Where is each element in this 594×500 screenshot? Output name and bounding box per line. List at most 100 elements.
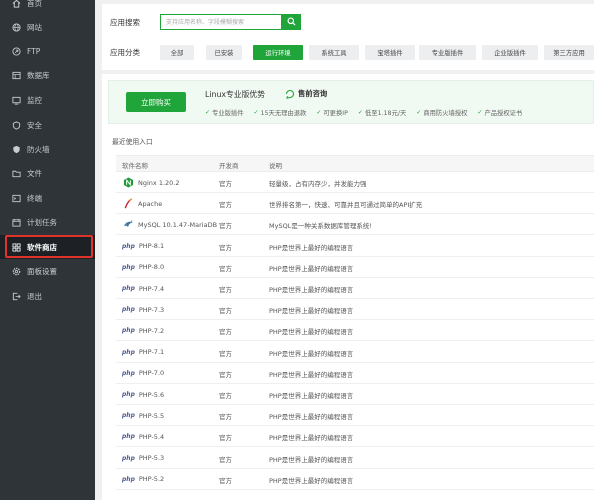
cell-software-name: php PHP-7.4 [122,282,164,295]
sidebar-item-label: 数据库 [27,70,50,80]
software-name: PHP-8.1 [138,242,165,251]
php-icon: php [122,263,135,271]
software-name: PHP-7.3 [138,305,165,314]
cell-software-name: php PHP-7.1 [122,346,164,359]
table-row[interactable]: php PHP-7.3 官方 PHP是世界上最好的编程语言 [116,299,594,321]
search-icon [287,16,296,28]
software-name: PHP-7.0 [138,369,165,378]
cell-description: PHP是世界上最好的编程语言 [269,307,354,316]
sidebar-item-logout[interactable]: 退出 [0,284,95,308]
category-runtime[interactable]: 运行环境 [253,45,303,60]
check-icon: ✓ [416,109,422,116]
check-icon: ✓ [316,109,322,116]
cell-description: 世界排名第一，快速、可靠并且可通过简单的API扩充 [269,201,423,210]
sidebar-item-label: 安全 [27,120,42,130]
cell-software-name: Nginx 1.20.2 [122,176,180,189]
cell-vendor: 官方 [219,476,232,485]
software-name: MySQL 10.1.47-MariaDB [138,220,218,229]
cell-software-name: php PHP-5.3 [122,452,164,465]
table-row[interactable]: php PHP-8.1 官方 PHP是世界上最好的编程语言 [116,236,594,257]
cell-software-name: php PHP-5.2 [122,473,164,486]
search-button[interactable] [282,14,301,30]
main-area: 应用搜索 应用分类 全部 已安装 运行环境 系统工具 宝塔插件 专业版插件 企业… [96,0,594,500]
calendar-icon [11,217,21,227]
table-row[interactable]: php PHP-5.6 官方 PHP是世界上最好的编程语言 [116,384,594,405]
table-row[interactable]: php PHP-7.1 官方 PHP是世界上最好的编程语言 [116,342,594,363]
search-input[interactable] [160,14,282,30]
table-row[interactable]: Nginx 1.20.2 官方 轻量级，占有内存少，并发能力强 [116,172,594,193]
sidebar-item-label: 退出 [27,291,42,301]
promo-feature: ✓ 15天无理由退款 [253,109,307,117]
sidebar-item-firewall[interactable]: 防火墙 [0,137,95,161]
cell-vendor: 官方 [219,243,232,252]
check-icon: ✓ [205,109,211,116]
table-row[interactable]: php PHP-5.3 官方 PHP是世界上最好的编程语言 [116,448,594,469]
table-row[interactable]: php PHP-7.2 官方 PHP是世界上最好的编程语言 [116,320,594,342]
sidebar-item-website[interactable]: 网站 [0,15,95,39]
cell-vendor: 官方 [219,328,232,337]
php-icon: php [122,454,135,462]
sidebar-item-app-store[interactable]: 软件商店 [0,235,95,259]
cell-description: PHP是世界上最好的编程语言 [269,413,354,422]
cell-description: PHP是世界上最好的编程语言 [269,434,354,443]
category-enterprise-plugins[interactable]: 企业版插件 [482,45,538,60]
sidebar-item-ftp[interactable]: FTP [0,39,95,63]
grid-icon [11,242,21,252]
consult-label: 售前咨询 [298,89,328,98]
table-row[interactable]: php PHP-5.4 官方 PHP是世界上最好的编程语言 [116,426,594,448]
category-installed[interactable]: 已安装 [206,45,242,60]
table-row[interactable]: php PHP-7.0 官方 PHP是世界上最好的编程语言 [116,363,594,384]
software-name: PHP-7.1 [138,348,165,357]
buy-now-button[interactable]: 立即购买 [126,92,186,112]
php-icon: php [122,348,135,356]
presales-consult-link[interactable]: 售前咨询 [285,89,327,99]
table-row[interactable]: php PHP-7.4 官方 PHP是世界上最好的编程语言 [116,278,594,299]
table-row[interactable]: php PHP-5.2 官方 PHP是世界上最好的编程语言 [116,469,594,490]
category-third-party[interactable]: 第三方应用 [544,45,594,60]
sidebar-item-database[interactable]: 数据库 [0,63,95,87]
cell-software-name: php PHP-7.2 [122,324,164,337]
category-system-tools[interactable]: 系统工具 [309,45,359,60]
cell-vendor: 官方 [219,455,232,464]
sidebar-item-label: FTP [27,46,41,56]
promo-banner: 立即购买 Linux专业版优势 售前咨询 ✓ 专业版插件 ✓ 15天无理由退款 ✓ 可… [108,80,594,124]
sidebar-item-files[interactable]: 文件 [0,161,95,185]
promo-feature: ✓ 商用防火墙授权 [416,109,468,117]
cell-description: PHP是世界上最好的编程语言 [269,328,354,337]
table-row[interactable]: php PHP-8.0 官方 PHP是世界上最好的编程语言 [116,257,594,278]
sidebar-item-terminal[interactable]: 终端 [0,186,95,210]
software-name: PHP-5.4 [138,432,165,441]
cell-description: PHP是世界上最好的编程语言 [269,455,354,464]
shield-icon [11,120,21,130]
sidebar-item-monitor[interactable]: 监控 [0,88,95,112]
cell-description: 轻量级，占有内存少，并发能力强 [269,180,367,188]
promo-feature: ✓ 低至1.18元/天 [357,109,407,117]
category-pro-plugins[interactable]: 专业版插件 [419,45,476,60]
category-all[interactable]: 全部 [160,45,194,60]
php-icon: php [122,369,135,377]
folder-icon [11,168,21,178]
home-icon [11,0,21,8]
terminal-icon [11,193,21,203]
software-name: PHP-5.3 [138,454,165,463]
sidebar-item-panel-settings[interactable]: 面板设置 [0,259,95,283]
category-bt-plugins[interactable]: 宝塔插件 [365,45,415,60]
sidebar-item-security[interactable]: 安全 [0,113,95,137]
table-row[interactable]: php PHP-5.5 官方 PHP是世界上最好的编程语言 [116,405,594,427]
cell-software-name: Apache [122,197,162,210]
php-icon: php [122,475,135,483]
sidebar-item-label: 面板设置 [27,266,57,276]
sidebar-item-label: 软件商店 [27,242,57,252]
logout-icon [11,291,21,301]
php-icon: php [122,242,135,250]
check-icon: ✓ [477,109,483,116]
cell-software-name: php PHP-5.6 [122,388,164,401]
table-row[interactable]: Apache 官方 世界排名第一，快速、可靠并且可通过简单的API扩充 [116,193,594,215]
cell-description: PHP是世界上最好的编程语言 [269,476,354,485]
promo-features: ✓ 专业版插件 ✓ 15天无理由退款 ✓ 可更换IP ✓ 低至1.18元/天 ✓ 商用防火… [205,108,522,117]
cell-software-name: php PHP-8.0 [122,261,164,274]
table-row[interactable]: MySQL 10.1.47-MariaDB 官方 MySQL是一种关系数据库管理系统… [116,214,594,236]
promo-feature: ✓ 可更换IP [316,109,348,117]
sidebar-item-home[interactable]: 首页 [0,0,95,15]
sidebar-item-cron[interactable]: 计划任务 [0,210,95,234]
